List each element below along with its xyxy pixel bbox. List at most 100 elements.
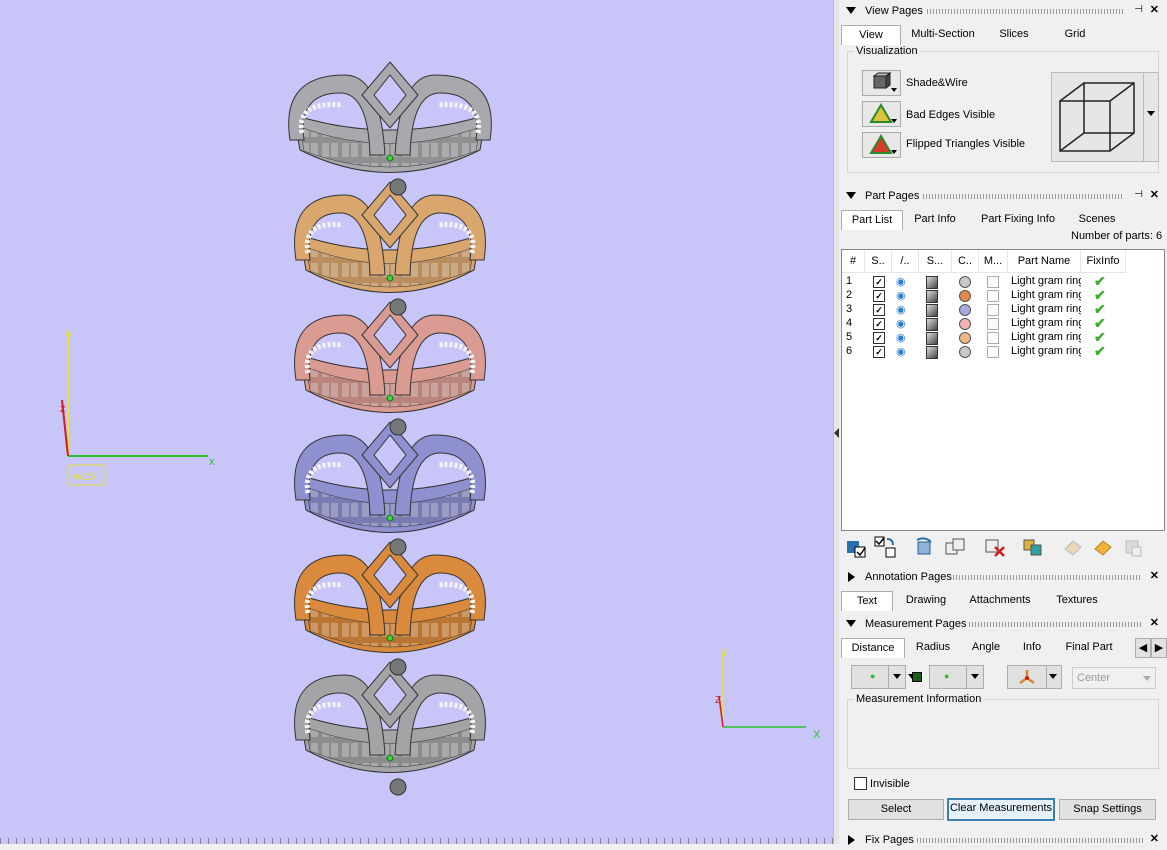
tab-attachments[interactable]: Attachments bbox=[965, 591, 1035, 609]
col-fix-info[interactable]: FixInfo bbox=[1081, 250, 1126, 273]
eye-icon[interactable]: ◉ bbox=[896, 303, 906, 316]
invisible-checkbox[interactable] bbox=[854, 777, 867, 790]
duplicate-part-icon[interactable] bbox=[943, 535, 967, 559]
col-shading[interactable]: S... bbox=[919, 250, 952, 273]
col-visible[interactable]: /.. bbox=[892, 250, 919, 273]
tab-multi-section[interactable]: Multi-Section bbox=[907, 25, 979, 43]
tab-scenes[interactable]: Scenes bbox=[1073, 210, 1121, 228]
view-cube-dropdown[interactable] bbox=[1143, 72, 1159, 162]
shaded-cube-icon[interactable] bbox=[926, 276, 938, 289]
ring-part[interactable] bbox=[294, 661, 486, 796]
point-b-selector[interactable]: ● bbox=[929, 665, 967, 689]
ring-part[interactable] bbox=[288, 61, 492, 196]
tab-part-list[interactable]: Part List bbox=[841, 210, 903, 230]
export-parts-icon[interactable] bbox=[1091, 535, 1115, 559]
drag-grip[interactable] bbox=[953, 575, 1141, 580]
close-icon[interactable]: ✕ bbox=[1150, 832, 1159, 845]
toggle-selection-icon[interactable] bbox=[873, 535, 897, 559]
close-icon[interactable]: ✕ bbox=[1150, 188, 1159, 201]
tab-textures[interactable]: Textures bbox=[1049, 591, 1105, 609]
ring-part[interactable] bbox=[294, 541, 486, 676]
material-icon[interactable] bbox=[987, 276, 999, 288]
drag-grip[interactable] bbox=[917, 838, 1143, 843]
select-checkbox[interactable]: ✓ bbox=[873, 318, 885, 330]
select-checkbox[interactable]: ✓ bbox=[873, 304, 885, 316]
pin-icon[interactable]: ⊣ bbox=[1134, 4, 1143, 15]
col-material[interactable]: M... bbox=[979, 250, 1008, 273]
annotation-pages-header[interactable]: Annotation Pages ✕ bbox=[839, 567, 1167, 587]
shaded-cube-icon[interactable] bbox=[926, 304, 938, 317]
tab-grid[interactable]: Grid bbox=[1053, 25, 1097, 43]
merge-parts-icon[interactable] bbox=[1021, 535, 1045, 559]
select-checkbox[interactable]: ✓ bbox=[873, 346, 885, 358]
shade-wire-button[interactable] bbox=[862, 70, 901, 96]
table-row[interactable]: 5 ✓ ◉ Light gram ring ✔ bbox=[842, 329, 1162, 345]
color-swatch[interactable] bbox=[959, 332, 971, 344]
drag-grip[interactable] bbox=[969, 622, 1141, 627]
tab-slices[interactable]: Slices bbox=[991, 25, 1037, 43]
col-color[interactable]: C.. bbox=[952, 250, 979, 273]
shaded-cube-icon[interactable] bbox=[926, 346, 938, 359]
tab-final-part[interactable]: Final Part bbox=[1061, 638, 1117, 656]
rotate-part-icon[interactable] bbox=[913, 535, 937, 559]
point-b-dropdown[interactable] bbox=[966, 665, 984, 689]
measurement-pages-header[interactable]: Measurement Pages ✕ bbox=[839, 614, 1167, 634]
bad-edges-button[interactable] bbox=[862, 101, 901, 127]
eye-icon[interactable]: ◉ bbox=[896, 345, 906, 358]
select-checkbox[interactable]: ✓ bbox=[873, 290, 885, 302]
tabs-scroll-right[interactable]: ▶ bbox=[1151, 638, 1167, 658]
material-icon[interactable] bbox=[987, 304, 999, 316]
tab-angle[interactable]: Angle bbox=[965, 638, 1007, 656]
tabs-scroll-left[interactable]: ◀ bbox=[1135, 638, 1151, 658]
part-list-table[interactable]: # S.. /.. S... C.. M... Part Name FixInf… bbox=[841, 249, 1165, 531]
table-row[interactable]: 2 ✓ ◉ Light gram ring ✔ bbox=[842, 287, 1162, 303]
point-a-dropdown[interactable] bbox=[888, 665, 906, 689]
material-icon[interactable] bbox=[987, 332, 999, 344]
xyz-axis-dropdown[interactable] bbox=[1046, 665, 1062, 689]
close-icon[interactable]: ✕ bbox=[1150, 569, 1159, 582]
eye-icon[interactable]: ◉ bbox=[896, 317, 906, 330]
tab-text[interactable]: Text bbox=[841, 591, 893, 611]
pin-icon[interactable]: ⊣ bbox=[1134, 189, 1143, 200]
material-icon[interactable] bbox=[987, 318, 999, 330]
color-swatch[interactable] bbox=[959, 318, 971, 330]
select-checkbox[interactable]: ✓ bbox=[873, 276, 885, 288]
ring-part[interactable] bbox=[294, 421, 486, 556]
close-icon[interactable]: ✕ bbox=[1150, 616, 1159, 629]
xyz-axis-button[interactable] bbox=[1007, 665, 1047, 689]
color-swatch[interactable] bbox=[959, 304, 971, 316]
center-select[interactable]: Center bbox=[1072, 667, 1156, 689]
collapsed-triangle-icon[interactable] bbox=[848, 572, 855, 582]
color-swatch[interactable] bbox=[959, 346, 971, 358]
expand-triangle-icon[interactable] bbox=[846, 7, 856, 14]
material-icon[interactable] bbox=[987, 346, 999, 358]
drag-grip[interactable] bbox=[927, 9, 1123, 14]
eye-icon[interactable]: ◉ bbox=[896, 331, 906, 344]
tab-distance[interactable]: Distance bbox=[841, 638, 905, 658]
shaded-cube-icon[interactable] bbox=[926, 318, 938, 331]
drag-grip[interactable] bbox=[923, 194, 1123, 199]
clear-measurements-button[interactable]: Clear Measurements bbox=[947, 798, 1055, 821]
select-button[interactable]: Select bbox=[848, 799, 944, 820]
flipped-triangles-button[interactable] bbox=[862, 132, 901, 158]
properties-icon[interactable] bbox=[1121, 535, 1145, 559]
tab-view[interactable]: View bbox=[841, 25, 901, 45]
col-selected[interactable]: S.. bbox=[865, 250, 892, 273]
view-pages-header[interactable]: View Pages ⊣ ✕ bbox=[839, 1, 1167, 21]
view-cube[interactable] bbox=[1051, 72, 1145, 162]
table-row[interactable]: 6 ✓ ◉ Light gram ring ✔ bbox=[842, 343, 1162, 359]
3d-viewport[interactable]: x y z WCS X Y Z bbox=[0, 0, 833, 844]
eye-icon[interactable]: ◉ bbox=[896, 275, 906, 288]
col-number[interactable]: # bbox=[842, 250, 865, 273]
delete-part-icon[interactable] bbox=[983, 535, 1007, 559]
material-icon[interactable] bbox=[987, 290, 999, 302]
tab-info[interactable]: Info bbox=[1017, 638, 1047, 656]
shaded-cube-icon[interactable] bbox=[926, 290, 938, 303]
ring-part[interactable] bbox=[294, 301, 486, 436]
close-icon[interactable]: ✕ bbox=[1150, 3, 1159, 16]
part-pages-header[interactable]: Part Pages ⊣ ✕ bbox=[839, 186, 1167, 206]
pack-parts-icon[interactable] bbox=[1061, 535, 1085, 559]
ring-part[interactable] bbox=[294, 181, 486, 316]
tab-radius[interactable]: Radius bbox=[909, 638, 957, 656]
tab-part-info[interactable]: Part Info bbox=[909, 210, 961, 228]
